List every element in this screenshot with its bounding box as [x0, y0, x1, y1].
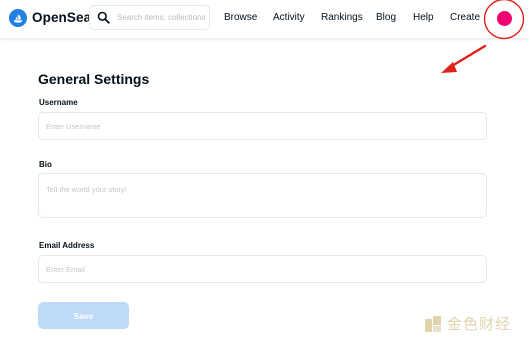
username-label: Username: [39, 98, 78, 107]
nav-blog-link[interactable]: Blog: [376, 12, 396, 24]
brand-name[interactable]: OpenSea: [32, 9, 91, 27]
nav-activity-link[interactable]: Activity: [273, 12, 305, 24]
profile-avatar-button[interactable]: [497, 11, 512, 26]
bio-textarea[interactable]: [38, 173, 487, 218]
username-input[interactable]: [38, 112, 487, 140]
search-input[interactable]: [117, 9, 205, 26]
save-button[interactable]: Save: [38, 302, 129, 329]
settings-page: OpenSea Browse Activity Rankings Blog He…: [0, 0, 529, 344]
nav-rankings-link[interactable]: Rankings: [321, 12, 363, 24]
opensea-logo-icon[interactable]: [9, 9, 27, 27]
email-label: Email Address: [39, 241, 95, 250]
page-title: General Settings: [38, 71, 150, 87]
search-box[interactable]: [89, 5, 210, 30]
nav-help-link[interactable]: Help: [413, 12, 434, 24]
watermark-text: 金色财经: [447, 315, 512, 333]
pointer-arrow-annotation: [445, 44, 487, 71]
top-navigation-bar: OpenSea Browse Activity Rankings Blog He…: [0, 0, 529, 38]
search-icon: [97, 11, 110, 24]
pointer-arrowhead-annotation: [441, 62, 457, 73]
nav-browse-link[interactable]: Browse: [224, 12, 257, 24]
annotation-overlay: [441, 0, 525, 73]
watermark: 金色财经: [424, 313, 524, 335]
email-input[interactable]: [38, 255, 487, 283]
bio-label: Bio: [39, 160, 52, 169]
nav-create-link[interactable]: Create: [450, 12, 480, 24]
watermark-logo-icon: [425, 316, 441, 332]
